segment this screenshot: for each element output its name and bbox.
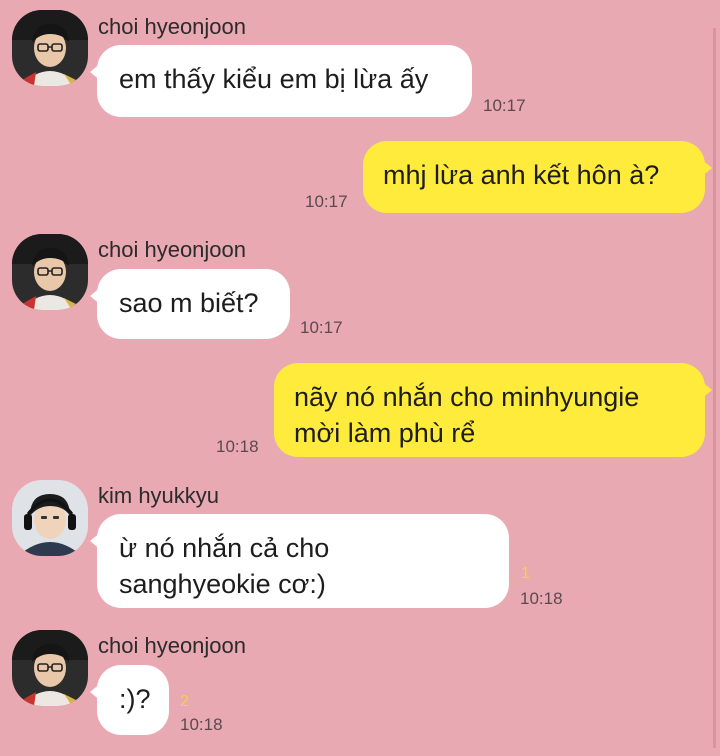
message-bubble[interactable]: ừ nó nhắn cả cho sanghyeokie cơ:)	[90, 514, 509, 608]
message-time: 10:17	[305, 192, 348, 211]
message-bubble[interactable]: nãy nó nhắn cho minhyungie mời làm phù r…	[274, 363, 712, 457]
avatar[interactable]	[12, 10, 88, 86]
avatar-choi-hyeonjoon-icon	[12, 630, 88, 706]
unread-count: 1	[521, 565, 530, 582]
avatar[interactable]	[12, 630, 88, 706]
avatar[interactable]	[12, 234, 88, 310]
message-time: 10:18	[520, 589, 563, 608]
avatar-kim-hyukkyu-icon	[12, 480, 88, 556]
message-bubble[interactable]: sao m biết?	[90, 269, 290, 339]
avatar[interactable]	[12, 480, 88, 556]
chat-view[interactable]: choi hyeonjoon em thấy kiểu em bị lừa ấy…	[0, 0, 720, 756]
message-time: 10:17	[483, 96, 526, 115]
message-time: 10:18	[216, 437, 259, 456]
sender-name: choi hyeonjoon	[98, 633, 247, 658]
avatar-choi-hyeonjoon-icon	[12, 234, 88, 310]
message-time: 10:17	[300, 318, 343, 337]
avatar-choi-hyeonjoon-icon	[12, 10, 88, 86]
sender-name: choi hyeonjoon	[98, 237, 247, 262]
unread-count: 2	[180, 693, 189, 710]
message-bubble[interactable]: :)?	[90, 665, 169, 735]
message-bubble[interactable]: em thấy kiểu em bị lừa ấy	[90, 45, 472, 117]
message-time: 10:18	[180, 715, 223, 734]
sender-name: choi hyeonjoon	[98, 14, 247, 39]
sender-name: kim hyukkyu	[98, 483, 220, 508]
scrollbar-track[interactable]	[713, 28, 716, 748]
message-bubble[interactable]: mhj lừa anh kết hôn à?	[363, 141, 712, 213]
